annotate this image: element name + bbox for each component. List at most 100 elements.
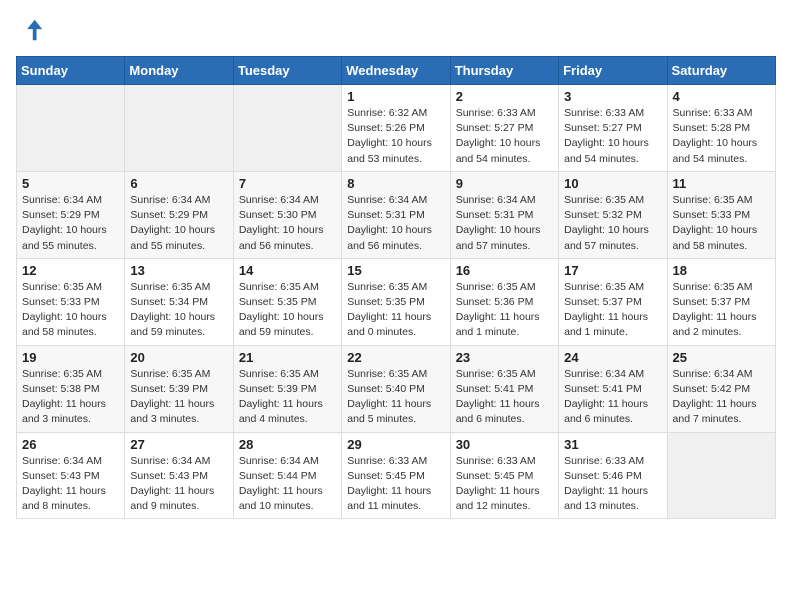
cell-content: Sunrise: 6:33 AM Sunset: 5:27 PM Dayligh… bbox=[564, 106, 661, 167]
cell-content: Sunrise: 6:34 AM Sunset: 5:29 PM Dayligh… bbox=[130, 193, 227, 254]
calendar-week-2: 5 Sunrise: 6:34 AM Sunset: 5:29 PM Daylig… bbox=[17, 171, 776, 258]
calendar-cell bbox=[17, 85, 125, 172]
day-number: 5 bbox=[22, 176, 119, 191]
day-header-monday: Monday bbox=[125, 57, 233, 85]
day-number: 30 bbox=[456, 437, 553, 452]
calendar-cell: 17 Sunrise: 6:35 AM Sunset: 5:37 PM Dayli… bbox=[559, 258, 667, 345]
calendar-cell: 7 Sunrise: 6:34 AM Sunset: 5:30 PM Daylig… bbox=[233, 171, 341, 258]
cell-content: Sunrise: 6:34 AM Sunset: 5:41 PM Dayligh… bbox=[564, 367, 661, 428]
cell-content: Sunrise: 6:35 AM Sunset: 5:33 PM Dayligh… bbox=[673, 193, 770, 254]
cell-content: Sunrise: 6:35 AM Sunset: 5:38 PM Dayligh… bbox=[22, 367, 119, 428]
cell-content: Sunrise: 6:35 AM Sunset: 5:37 PM Dayligh… bbox=[564, 280, 661, 341]
cell-content: Sunrise: 6:34 AM Sunset: 5:42 PM Dayligh… bbox=[673, 367, 770, 428]
day-number: 23 bbox=[456, 350, 553, 365]
cell-content: Sunrise: 6:34 AM Sunset: 5:29 PM Dayligh… bbox=[22, 193, 119, 254]
cell-content: Sunrise: 6:35 AM Sunset: 5:40 PM Dayligh… bbox=[347, 367, 444, 428]
calendar-cell: 18 Sunrise: 6:35 AM Sunset: 5:37 PM Dayli… bbox=[667, 258, 775, 345]
calendar-cell: 8 Sunrise: 6:34 AM Sunset: 5:31 PM Daylig… bbox=[342, 171, 450, 258]
calendar-cell: 28Sunrise: 6:34 AM Sunset: 5:44 PM Dayli… bbox=[233, 432, 341, 519]
calendar-cell: 24 Sunrise: 6:34 AM Sunset: 5:41 PM Dayli… bbox=[559, 345, 667, 432]
cell-content: Sunrise: 6:32 AM Sunset: 5:26 PM Dayligh… bbox=[347, 106, 444, 167]
day-number: 20 bbox=[130, 350, 227, 365]
day-number: 28 bbox=[239, 437, 336, 452]
calendar-cell: 15 Sunrise: 6:35 AM Sunset: 5:35 PM Dayli… bbox=[342, 258, 450, 345]
calendar-week-5: 26 Sunrise: 6:34 AM Sunset: 5:43 PM Dayli… bbox=[17, 432, 776, 519]
calendar-cell: 27 Sunrise: 6:34 AM Sunset: 5:43 PM Dayli… bbox=[125, 432, 233, 519]
calendar-cell: 25 Sunrise: 6:34 AM Sunset: 5:42 PM Dayli… bbox=[667, 345, 775, 432]
calendar-cell: 20 Sunrise: 6:35 AM Sunset: 5:39 PM Dayli… bbox=[125, 345, 233, 432]
cell-content: Sunrise: 6:35 AM Sunset: 5:41 PM Dayligh… bbox=[456, 367, 553, 428]
calendar-week-3: 12Sunrise: 6:35 AM Sunset: 5:33 PM Dayli… bbox=[17, 258, 776, 345]
day-number: 27 bbox=[130, 437, 227, 452]
calendar-cell: 31 Sunrise: 6:33 AM Sunset: 5:46 PM Dayli… bbox=[559, 432, 667, 519]
calendar-cell: 3Sunrise: 6:33 AM Sunset: 5:27 PM Daylig… bbox=[559, 85, 667, 172]
day-number: 15 bbox=[347, 263, 444, 278]
cell-content: Sunrise: 6:35 AM Sunset: 5:36 PM Dayligh… bbox=[456, 280, 553, 341]
cell-content: Sunrise: 6:33 AM Sunset: 5:45 PM Dayligh… bbox=[456, 454, 553, 515]
day-number: 1 bbox=[347, 89, 444, 104]
day-number: 8 bbox=[347, 176, 444, 191]
day-number: 2 bbox=[456, 89, 553, 104]
calendar-cell: 26 Sunrise: 6:34 AM Sunset: 5:43 PM Dayli… bbox=[17, 432, 125, 519]
calendar-table: SundayMondayTuesdayWednesdayThursdayFrid… bbox=[16, 56, 776, 519]
calendar-cell: 5 Sunrise: 6:34 AM Sunset: 5:29 PM Daylig… bbox=[17, 171, 125, 258]
day-number: 9 bbox=[456, 176, 553, 191]
calendar-cell: 9 Sunrise: 6:34 AM Sunset: 5:31 PM Daylig… bbox=[450, 171, 558, 258]
day-number: 4 bbox=[673, 89, 770, 104]
cell-content: Sunrise: 6:35 AM Sunset: 5:37 PM Dayligh… bbox=[673, 280, 770, 341]
calendar-cell: 21 Sunrise: 6:35 AM Sunset: 5:39 PM Dayli… bbox=[233, 345, 341, 432]
day-number: 31 bbox=[564, 437, 661, 452]
cell-content: Sunrise: 6:35 AM Sunset: 5:35 PM Dayligh… bbox=[347, 280, 444, 341]
cell-content: Sunrise: 6:34 AM Sunset: 5:30 PM Dayligh… bbox=[239, 193, 336, 254]
cell-content: Sunrise: 6:35 AM Sunset: 5:32 PM Dayligh… bbox=[564, 193, 661, 254]
calendar-cell: 19Sunrise: 6:35 AM Sunset: 5:38 PM Dayli… bbox=[17, 345, 125, 432]
calendar-cell: 29Sunrise: 6:33 AM Sunset: 5:45 PM Dayli… bbox=[342, 432, 450, 519]
day-number: 22 bbox=[347, 350, 444, 365]
calendar-cell: 16 Sunrise: 6:35 AM Sunset: 5:36 PM Dayli… bbox=[450, 258, 558, 345]
calendar-cell: 14Sunrise: 6:35 AM Sunset: 5:35 PM Dayli… bbox=[233, 258, 341, 345]
cell-content: Sunrise: 6:35 AM Sunset: 5:39 PM Dayligh… bbox=[239, 367, 336, 428]
day-number: 29 bbox=[347, 437, 444, 452]
logo bbox=[16, 16, 48, 44]
day-number: 24 bbox=[564, 350, 661, 365]
day-number: 18 bbox=[673, 263, 770, 278]
page-header bbox=[16, 16, 776, 44]
calendar-cell: 12Sunrise: 6:35 AM Sunset: 5:33 PM Dayli… bbox=[17, 258, 125, 345]
calendar-cell: 23 Sunrise: 6:35 AM Sunset: 5:41 PM Dayli… bbox=[450, 345, 558, 432]
cell-content: Sunrise: 6:35 AM Sunset: 5:35 PM Dayligh… bbox=[239, 280, 336, 341]
calendar-cell: 2Sunrise: 6:33 AM Sunset: 5:27 PM Daylig… bbox=[450, 85, 558, 172]
calendar-cell: 10 Sunrise: 6:35 AM Sunset: 5:32 PM Dayli… bbox=[559, 171, 667, 258]
calendar-cell: 13Sunrise: 6:35 AM Sunset: 5:34 PM Dayli… bbox=[125, 258, 233, 345]
day-number: 10 bbox=[564, 176, 661, 191]
cell-content: Sunrise: 6:35 AM Sunset: 5:34 PM Dayligh… bbox=[130, 280, 227, 341]
day-header-thursday: Thursday bbox=[450, 57, 558, 85]
day-number: 16 bbox=[456, 263, 553, 278]
day-number: 25 bbox=[673, 350, 770, 365]
cell-content: Sunrise: 6:34 AM Sunset: 5:31 PM Dayligh… bbox=[456, 193, 553, 254]
calendar-cell: 1 Sunrise: 6:32 AM Sunset: 5:26 PM Daylig… bbox=[342, 85, 450, 172]
day-number: 21 bbox=[239, 350, 336, 365]
day-number: 17 bbox=[564, 263, 661, 278]
cell-content: Sunrise: 6:33 AM Sunset: 5:46 PM Dayligh… bbox=[564, 454, 661, 515]
cell-content: Sunrise: 6:35 AM Sunset: 5:39 PM Dayligh… bbox=[130, 367, 227, 428]
cell-content: Sunrise: 6:33 AM Sunset: 5:28 PM Dayligh… bbox=[673, 106, 770, 167]
day-header-friday: Friday bbox=[559, 57, 667, 85]
calendar-cell bbox=[125, 85, 233, 172]
cell-content: Sunrise: 6:35 AM Sunset: 5:33 PM Dayligh… bbox=[22, 280, 119, 341]
day-header-wednesday: Wednesday bbox=[342, 57, 450, 85]
logo-icon bbox=[16, 16, 44, 44]
calendar-week-4: 19Sunrise: 6:35 AM Sunset: 5:38 PM Dayli… bbox=[17, 345, 776, 432]
calendar-cell: 4 Sunrise: 6:33 AM Sunset: 5:28 PM Daylig… bbox=[667, 85, 775, 172]
calendar-cell: 11Sunrise: 6:35 AM Sunset: 5:33 PM Dayli… bbox=[667, 171, 775, 258]
day-number: 6 bbox=[130, 176, 227, 191]
day-number: 7 bbox=[239, 176, 336, 191]
day-header-tuesday: Tuesday bbox=[233, 57, 341, 85]
cell-content: Sunrise: 6:34 AM Sunset: 5:31 PM Dayligh… bbox=[347, 193, 444, 254]
day-header-saturday: Saturday bbox=[667, 57, 775, 85]
calendar-week-1: 1 Sunrise: 6:32 AM Sunset: 5:26 PM Daylig… bbox=[17, 85, 776, 172]
cell-content: Sunrise: 6:34 AM Sunset: 5:43 PM Dayligh… bbox=[22, 454, 119, 515]
cell-content: Sunrise: 6:34 AM Sunset: 5:43 PM Dayligh… bbox=[130, 454, 227, 515]
calendar-cell bbox=[233, 85, 341, 172]
calendar-cell: 30 Sunrise: 6:33 AM Sunset: 5:45 PM Dayli… bbox=[450, 432, 558, 519]
day-number: 26 bbox=[22, 437, 119, 452]
